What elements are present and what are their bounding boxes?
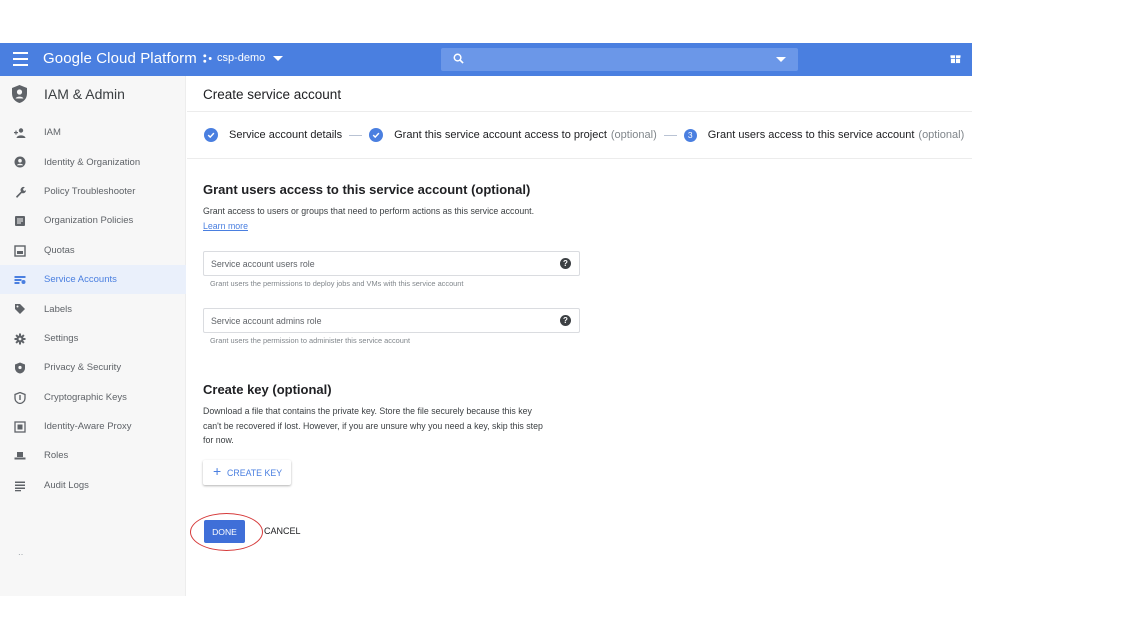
- key-shield-icon: [14, 391, 26, 404]
- wrench-icon: [16, 186, 26, 198]
- sidebar-item-cryptographic-keys[interactable]: Cryptographic Keys: [0, 383, 186, 412]
- field-label: Service account users role: [211, 259, 315, 269]
- step-3-optional: (optional): [918, 129, 965, 141]
- list-icon: [15, 481, 25, 491]
- sidebar-item-settings[interactable]: Settings: [0, 324, 186, 353]
- sidebar-item-privacy-security[interactable]: Privacy & Security: [0, 353, 186, 382]
- create-key-label: CREATE KEY: [227, 468, 283, 478]
- step-2-optional: (optional): [610, 129, 657, 141]
- sidebar-item-labels[interactable]: Labels: [0, 294, 186, 323]
- create-key-description: Download a file that contains the privat…: [203, 404, 543, 448]
- service-account-icon: [14, 275, 26, 284]
- step-1-label[interactable]: Service account details: [229, 129, 342, 141]
- divider: [187, 111, 972, 112]
- sidebar-item-label: Settings: [44, 332, 79, 344]
- grant-users-desc-text: Grant access to users or groups that nee…: [203, 206, 535, 216]
- grant-users-heading: Grant users access to this service accou…: [203, 182, 531, 197]
- sidebar-item-identity-aware-proxy[interactable]: Identity-Aware Proxy: [0, 412, 186, 441]
- help-icon[interactable]: ?: [560, 315, 571, 326]
- step-connector: [349, 134, 363, 136]
- quota-icon: [14, 244, 26, 257]
- create-key-desc-line: can't be recovered if lost. However, if …: [203, 420, 543, 431]
- stepper: Service account details Grant this servi…: [204, 128, 964, 142]
- sidebar-item-policy-troubleshooter[interactable]: Policy Troubleshooter: [0, 177, 186, 206]
- sidebar-item-label: Policy Troubleshooter: [44, 185, 136, 197]
- done-button[interactable]: DONE: [204, 520, 245, 543]
- sidebar-item-audit-logs[interactable]: Audit Logs: [0, 471, 186, 500]
- field-label: Service account admins role: [211, 316, 322, 326]
- step-connector: [663, 134, 677, 136]
- sidebar-item-label: Identity & Organization: [44, 156, 141, 168]
- project-name: csp-demo: [217, 52, 266, 64]
- gift-icon[interactable]: [950, 53, 961, 64]
- chevron-down-icon: [273, 55, 284, 61]
- sidebar-item-label: Identity-Aware Proxy: [44, 421, 132, 433]
- person-add-icon: [14, 128, 26, 138]
- learn-more-link[interactable]: Learn more: [203, 219, 534, 234]
- sidebar-item-roles[interactable]: Roles: [0, 441, 186, 470]
- shield-icon: [12, 85, 27, 103]
- step-2-label[interactable]: Grant this service account access to pro…: [394, 129, 607, 141]
- sidebar-item-quotas[interactable]: Quotas: [0, 236, 186, 265]
- project-selector[interactable]: csp-demo: [203, 52, 284, 64]
- account-circle-icon: [14, 156, 26, 168]
- divider: [187, 158, 972, 159]
- service-account-admins-role-field[interactable]: Service account admins role ?: [203, 308, 580, 333]
- page-title: Create service account: [203, 87, 342, 102]
- hat-icon: [14, 452, 26, 460]
- sidebar-header: IAM & Admin: [0, 76, 186, 112]
- proxy-icon: [14, 421, 26, 433]
- create-key-desc-line: for now.: [203, 435, 234, 445]
- step-3-label: Grant users access to this service accou…: [707, 129, 915, 141]
- grant-users-description: Grant access to users or groups that nee…: [203, 204, 534, 233]
- sidebar-item-label: Service Accounts: [44, 274, 117, 286]
- users-role-hint: Grant users the permissions to deploy jo…: [210, 279, 464, 288]
- sidebar-item-label: Audit Logs: [44, 479, 89, 491]
- sidebar: IAM & Admin IAM Identity & Organization …: [0, 76, 186, 596]
- sidebar-item-label: Organization Policies: [44, 215, 134, 227]
- search-input[interactable]: [441, 48, 798, 71]
- sidebar-item-identity-organization[interactable]: Identity & Organization: [0, 147, 186, 176]
- sidebar-item-label: IAM: [44, 127, 61, 139]
- label-icon: [15, 304, 25, 315]
- sidebar-item-label: Privacy & Security: [44, 362, 122, 374]
- step-2-check-icon: [369, 128, 384, 142]
- create-key-heading: Create key (optional): [203, 382, 332, 397]
- search-dropdown-icon[interactable]: [776, 57, 786, 62]
- sidebar-item-organization-policies[interactable]: Organization Policies: [0, 206, 186, 235]
- create-key-button[interactable]: + CREATE KEY: [203, 460, 291, 485]
- sidebar-item-service-accounts[interactable]: Service Accounts: [0, 264, 186, 295]
- admins-role-hint: Grant users the permission to administer…: [210, 336, 411, 345]
- sidebar-item-label: Cryptographic Keys: [44, 391, 127, 403]
- create-key-desc-line: Download a file that contains the privat…: [203, 406, 532, 416]
- step-3-number: 3: [683, 128, 697, 142]
- project-icon: [203, 53, 212, 63]
- menu-icon[interactable]: [13, 52, 28, 66]
- help-icon[interactable]: ?: [560, 258, 571, 269]
- document-icon: [15, 216, 25, 227]
- sidebar-item-label: Quotas: [44, 244, 75, 256]
- step-1-check-icon: [204, 128, 218, 142]
- privacy-shield-icon: [15, 362, 25, 374]
- plus-icon: +: [213, 463, 222, 479]
- search-icon: [453, 53, 464, 64]
- cancel-button[interactable]: CANCEL: [264, 526, 301, 536]
- sidebar-item-iam[interactable]: IAM: [0, 118, 186, 147]
- service-account-users-role-field[interactable]: Service account users role ?: [203, 251, 580, 276]
- sidebar-item-label: Roles: [44, 450, 69, 462]
- collapse-sidebar-icon[interactable]: ‥: [18, 548, 23, 557]
- gear-icon: [14, 333, 26, 345]
- sidebar-nav: IAM Identity & Organization Policy Troub…: [0, 118, 186, 500]
- brand-title[interactable]: Google Cloud Platform: [43, 50, 197, 67]
- sidebar-title: IAM & Admin: [44, 86, 125, 102]
- top-app-bar: Google Cloud Platform csp-demo: [0, 43, 972, 76]
- sidebar-item-label: Labels: [44, 303, 72, 315]
